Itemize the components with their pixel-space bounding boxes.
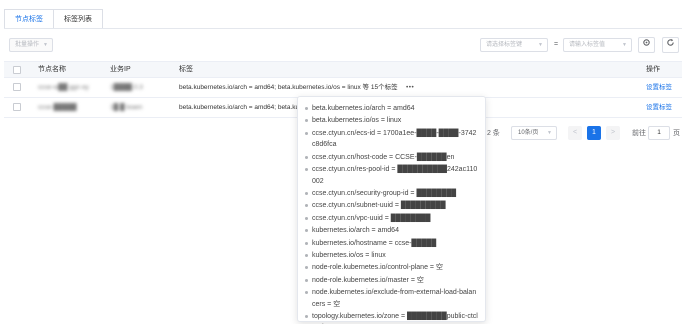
label-item: ccse.ctyun.cn/security-group-id = ██████…: [304, 188, 479, 200]
chevron-down-icon: ▼: [538, 42, 543, 48]
bullet-icon: [305, 119, 308, 123]
tabs-divider: [4, 28, 682, 29]
tab-node-labels[interactable]: 节点标签: [4, 9, 54, 29]
label-text: node.kubernetes.io/exclude-from-external…: [312, 289, 477, 308]
goto-label: 前往: [632, 130, 646, 137]
label-value-placeholder: 请输入标签值: [569, 42, 606, 48]
label-key-placeholder: 请选择标签键: [486, 42, 523, 48]
table-header: 节点名称 业务IP 标签 操作: [4, 61, 682, 78]
label-item: topology.kubernetes.io/zone = ████████pu…: [304, 311, 479, 324]
next-page-button[interactable]: >: [606, 126, 620, 140]
label-item: ccse.ctyun.cn/subnet-uuid = █████████: [304, 200, 479, 212]
label-text: beta.kubernetes.io/os = linux: [312, 117, 402, 125]
label-item: node.kubernetes.io/exclude-from-external…: [304, 287, 479, 310]
select-all-checkbox[interactable]: [13, 66, 21, 74]
prev-page-button[interactable]: <: [568, 126, 582, 140]
label-item: kubernetes.io/arch = amd64: [304, 225, 479, 237]
goto-page-input[interactable]: 1: [648, 126, 670, 140]
label-item: kubernetes.io/os = linux: [304, 250, 479, 262]
node-name[interactable]: ccse-w██ ggn ey: [38, 78, 89, 97]
bullet-icon: [305, 216, 308, 220]
row-checkbox[interactable]: [13, 83, 21, 91]
batch-action-dropdown[interactable]: 批量操作 ▼: [9, 38, 53, 52]
bullet-icon: [305, 241, 308, 245]
bullet-icon: [305, 107, 308, 110]
label-text: ccse.ctyun.cn/security-group-id = ██████…: [312, 189, 457, 197]
label-value-input[interactable]: 请输入标签值 ▼: [563, 38, 632, 52]
header-business-ip: 业务IP: [110, 66, 131, 73]
label-text: kubernetes.io/os = linux: [312, 251, 386, 259]
node-name[interactable]: ccse-█████: [38, 98, 77, 117]
page-number-button[interactable]: 1: [587, 126, 601, 140]
bullet-icon: [305, 204, 308, 208]
header-labels: 标签: [179, 66, 193, 73]
bullet-icon: [305, 291, 308, 295]
node-labels: beta.kubernetes.io/arch = amd64; beta.ku…: [179, 84, 398, 91]
page-size-select[interactable]: 10条/页 ▼: [511, 126, 557, 140]
bullet-icon: [305, 229, 308, 233]
bullet-icon: [305, 155, 308, 159]
label-item: ccse.ctyun.cn/ecs-id = 1700a1ee-████-███…: [304, 128, 479, 151]
label-item: node-role.kubernetes.io/master = 空: [304, 275, 479, 287]
label-text: ccse.ctyun.cn/subnet-uuid = █████████: [312, 202, 446, 210]
bullet-icon: [305, 131, 308, 135]
page-size-label: 10条/页: [518, 130, 539, 136]
bullet-icon: [305, 168, 308, 172]
business-ip: 1█.█ leaen: [110, 104, 143, 111]
tab-label-list[interactable]: 标签列表: [54, 9, 103, 29]
label-text: kubernetes.io/arch = amd64: [312, 227, 399, 235]
label-item: ccse.ctyun.cn/res-pool-id = ██████████24…: [304, 164, 479, 187]
label-text: ccse.ctyun.cn/host-code = CCSE-██████en: [312, 153, 455, 161]
bullet-icon: [305, 253, 308, 257]
table-row: ccse-w██ ggn ey 1████.0.3 beta.kubernete…: [4, 78, 682, 98]
label-text: ccse.ctyun.cn/ecs-id = 1700a1ee-████-███…: [312, 129, 477, 149]
label-text: node-role.kubernetes.io/control-plane = …: [312, 264, 443, 272]
chevron-down-icon: ▼: [622, 42, 627, 48]
label-item: kubernetes.io/hostname = ccse-█████: [304, 238, 479, 250]
set-label-button[interactable]: 设置标签: [646, 78, 672, 97]
refresh-icon: [666, 38, 675, 49]
label-list: beta.kubernetes.io/arch = amd64 beta.kub…: [304, 103, 479, 324]
bullet-icon: [305, 266, 308, 270]
labels-popover: beta.kubernetes.io/arch = amd64 beta.kub…: [297, 96, 486, 322]
chevron-down-icon: ▼: [43, 42, 48, 48]
header-node-name: 节点名称: [38, 66, 66, 73]
bullet-icon: [305, 314, 308, 318]
label-item: node-role.kubernetes.io/control-plane = …: [304, 262, 479, 274]
header-actions: 操作: [646, 66, 660, 73]
label-text: topology.kubernetes.io/zone = ████████pu…: [312, 312, 478, 320]
page-suffix: 页: [673, 130, 680, 137]
label-item: beta.kubernetes.io/arch = amd64: [304, 103, 479, 115]
bullet-icon: [305, 278, 308, 282]
label-text: node-role.kubernetes.io/master = 空: [312, 276, 424, 284]
label-item: ccse.ctyun.cn/vpc-uuid = ████████: [304, 213, 479, 225]
label-key-select[interactable]: 请选择标签键 ▼: [480, 38, 548, 52]
equals-sign: =: [554, 41, 559, 48]
business-ip: 1████.0.3: [110, 84, 143, 91]
label-text: beta.kubernetes.io/arch = amd64: [312, 105, 415, 112]
batch-action-label: 批量操作: [15, 42, 40, 48]
label-text: kubernetes.io/hostname = ccse-█████: [312, 239, 437, 247]
bullet-icon: [305, 191, 308, 195]
label-item: ccse.ctyun.cn/host-code = CCSE-██████en: [304, 152, 479, 164]
set-label-button[interactable]: 设置标签: [646, 98, 672, 117]
chevron-down-icon: ▼: [547, 130, 552, 136]
more-labels-icon[interactable]: •••: [406, 78, 414, 97]
settings-button[interactable]: [638, 37, 655, 53]
tab-bar: 节点标签 标签列表: [4, 9, 103, 29]
label-item: beta.kubernetes.io/os = linux: [304, 115, 479, 127]
row-checkbox[interactable]: [13, 103, 21, 111]
refresh-button[interactable]: [662, 37, 679, 53]
label-text: ccse.ctyun.cn/vpc-uuid = ████████: [312, 214, 431, 222]
label-text: ccse.ctyun.cn/res-pool-id = ██████████24…: [312, 166, 478, 185]
settings-icon: [642, 39, 651, 49]
